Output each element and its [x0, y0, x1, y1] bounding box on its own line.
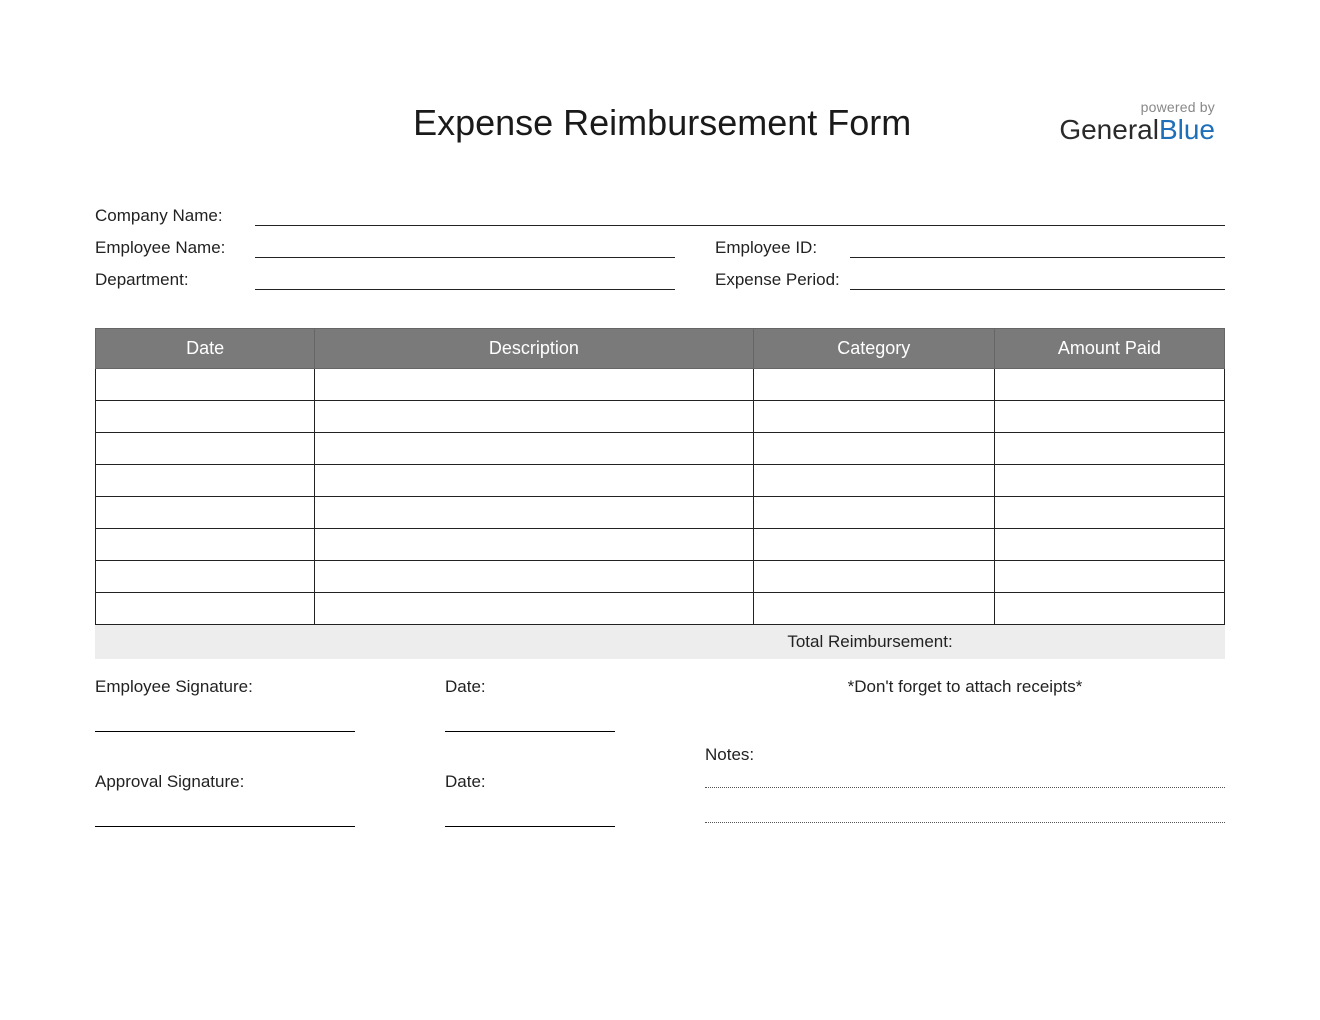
table-row: [96, 465, 1225, 497]
cell-date[interactable]: [96, 593, 315, 625]
approval-date-line[interactable]: [445, 826, 615, 827]
approval-signature-line[interactable]: [95, 826, 355, 827]
cell-cat[interactable]: [753, 433, 994, 465]
cell-cat[interactable]: [753, 561, 994, 593]
receipts-reminder: *Don't forget to attach receipts*: [705, 677, 1225, 697]
cell-date[interactable]: [96, 561, 315, 593]
company-name-row: Company Name:: [95, 204, 1225, 226]
approval-signature-label: Approval Signature:: [95, 772, 445, 792]
page-title: Expense Reimbursement Form: [95, 102, 1059, 144]
cell-amt[interactable]: [994, 465, 1224, 497]
department-row: Department: Expense Period:: [95, 268, 1225, 290]
cell-cat[interactable]: [753, 497, 994, 529]
table-row: [96, 561, 1225, 593]
department-field[interactable]: [255, 268, 675, 290]
table-row: [96, 401, 1225, 433]
employee-signature-block: Employee Signature: Date:: [95, 677, 695, 732]
cell-desc[interactable]: [315, 369, 753, 401]
cell-desc[interactable]: [315, 593, 753, 625]
total-label: Total Reimbursement:: [95, 632, 1225, 652]
expense-period-label: Expense Period:: [715, 270, 850, 290]
col-header-date: Date: [96, 329, 315, 369]
notes-label: Notes:: [705, 745, 1225, 765]
notes-line-1[interactable]: [705, 787, 1225, 788]
cell-desc[interactable]: [315, 497, 753, 529]
approval-date-label: Date:: [445, 772, 645, 792]
cell-desc[interactable]: [315, 401, 753, 433]
brand-general: General: [1059, 114, 1159, 145]
col-header-amount: Amount Paid: [994, 329, 1224, 369]
table-row: [96, 497, 1225, 529]
employee-id-label: Employee ID:: [715, 238, 850, 258]
company-name-label: Company Name:: [95, 206, 255, 226]
employee-signature-line[interactable]: [95, 731, 355, 732]
employee-date-label: Date:: [445, 677, 645, 697]
table-row: [96, 593, 1225, 625]
cell-date[interactable]: [96, 497, 315, 529]
cell-date[interactable]: [96, 401, 315, 433]
cell-cat[interactable]: [753, 593, 994, 625]
brand-logo: powered by GeneralBlue: [1059, 100, 1225, 144]
cell-cat[interactable]: [753, 465, 994, 497]
table-row: [96, 529, 1225, 561]
signature-section: Employee Signature: Date: Approval Signa…: [95, 677, 695, 867]
brand-blue: Blue: [1159, 114, 1215, 145]
employee-signature-label: Employee Signature:: [95, 677, 445, 697]
cell-amt[interactable]: [994, 369, 1224, 401]
approval-signature-block: Approval Signature: Date:: [95, 772, 695, 827]
cell-desc[interactable]: [315, 529, 753, 561]
brand-name: GeneralBlue: [1059, 115, 1215, 144]
header: Expense Reimbursement Form powered by Ge…: [95, 100, 1225, 144]
cell-amt[interactable]: [994, 593, 1224, 625]
total-row: Total Reimbursement:: [95, 625, 1225, 659]
cell-cat[interactable]: [753, 529, 994, 561]
cell-cat[interactable]: [753, 369, 994, 401]
notes-line-2[interactable]: [705, 822, 1225, 823]
expense-table: Date Description Category Amount Paid: [95, 328, 1225, 625]
cell-amt[interactable]: [994, 529, 1224, 561]
employee-name-field[interactable]: [255, 236, 675, 258]
footer: Employee Signature: Date: Approval Signa…: [95, 677, 1225, 867]
col-header-description: Description: [315, 329, 753, 369]
cell-cat[interactable]: [753, 401, 994, 433]
expense-period-field[interactable]: [850, 268, 1225, 290]
cell-amt[interactable]: [994, 561, 1224, 593]
employee-date-line[interactable]: [445, 731, 615, 732]
table-row: [96, 433, 1225, 465]
cell-date[interactable]: [96, 433, 315, 465]
employee-row: Employee Name: Employee ID:: [95, 236, 1225, 258]
cell-amt[interactable]: [994, 401, 1224, 433]
cell-date[interactable]: [96, 529, 315, 561]
employee-name-label: Employee Name:: [95, 238, 255, 258]
powered-by-text: powered by: [1059, 100, 1215, 115]
employee-id-field[interactable]: [850, 236, 1225, 258]
department-label: Department:: [95, 270, 255, 290]
cell-desc[interactable]: [315, 561, 753, 593]
cell-date[interactable]: [96, 369, 315, 401]
info-section: Company Name: Employee Name: Employee ID…: [95, 204, 1225, 290]
cell-amt[interactable]: [994, 433, 1224, 465]
table-header-row: Date Description Category Amount Paid: [96, 329, 1225, 369]
cell-amt[interactable]: [994, 497, 1224, 529]
cell-desc[interactable]: [315, 465, 753, 497]
company-name-field[interactable]: [255, 204, 1225, 226]
cell-desc[interactable]: [315, 433, 753, 465]
col-header-category: Category: [753, 329, 994, 369]
table-row: [96, 369, 1225, 401]
cell-date[interactable]: [96, 465, 315, 497]
notes-section: *Don't forget to attach receipts* Notes:: [695, 677, 1225, 867]
